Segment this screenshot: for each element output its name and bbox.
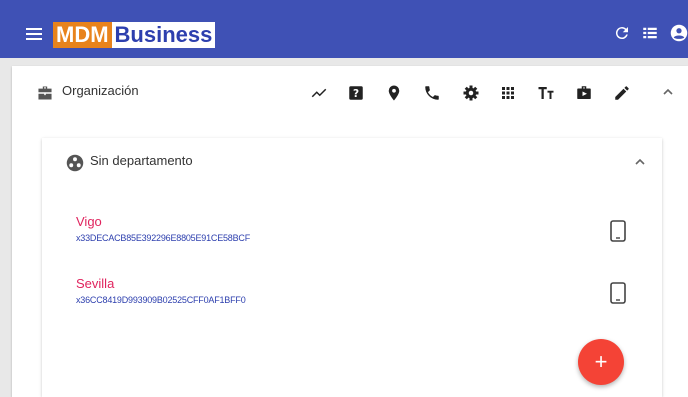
- account-icon[interactable]: [670, 24, 688, 42]
- settings-icon[interactable]: [462, 84, 480, 102]
- menu-icon[interactable]: [26, 28, 42, 40]
- add-button[interactable]: +: [578, 339, 624, 385]
- department-card: Sin departamento Vigo x33DECACB85E392296…: [42, 138, 662, 397]
- location-icon[interactable]: [385, 84, 403, 102]
- briefcase-icon: [38, 86, 52, 100]
- refresh-icon[interactable]: [613, 24, 631, 42]
- apps-icon[interactable]: [499, 84, 517, 102]
- device-id: x36CC8419D993909B02525CFF0AF1BFF0: [76, 295, 246, 305]
- logo-business: Business: [111, 22, 216, 48]
- work-icon[interactable]: [575, 84, 593, 102]
- chart-icon[interactable]: [310, 84, 328, 102]
- device-name[interactable]: Vigo: [76, 214, 102, 229]
- organization-label: Organización: [62, 83, 139, 98]
- list-item[interactable]: Vigo x33DECACB85E392296E8805E91CE58BCF: [42, 206, 662, 258]
- svg-text:?: ?: [353, 88, 359, 100]
- chevron-up-icon[interactable]: [662, 88, 674, 96]
- organization-header[interactable]: Organización ?: [12, 66, 688, 116]
- department-label: Sin departamento: [90, 153, 193, 168]
- chevron-up-icon[interactable]: [634, 158, 646, 166]
- tablet-icon[interactable]: [610, 282, 626, 304]
- tablet-icon[interactable]: [610, 220, 626, 242]
- list-item[interactable]: Sevilla x36CC8419D993909B02525CFF0AF1BFF…: [42, 268, 662, 320]
- department-icon: [66, 154, 84, 172]
- edit-icon[interactable]: [613, 84, 631, 102]
- app-logo: MDM Business: [53, 22, 216, 48]
- device-id: x33DECACB85E392296E8805E91CE58BCF: [76, 233, 251, 243]
- phone-icon[interactable]: [423, 84, 441, 102]
- help-icon[interactable]: ?: [347, 84, 365, 102]
- list-icon[interactable]: [641, 24, 659, 42]
- app-header: MDM Business: [0, 0, 688, 58]
- logo-mdm: MDM: [53, 22, 112, 48]
- text-size-icon[interactable]: [537, 84, 555, 102]
- device-name[interactable]: Sevilla: [76, 276, 114, 291]
